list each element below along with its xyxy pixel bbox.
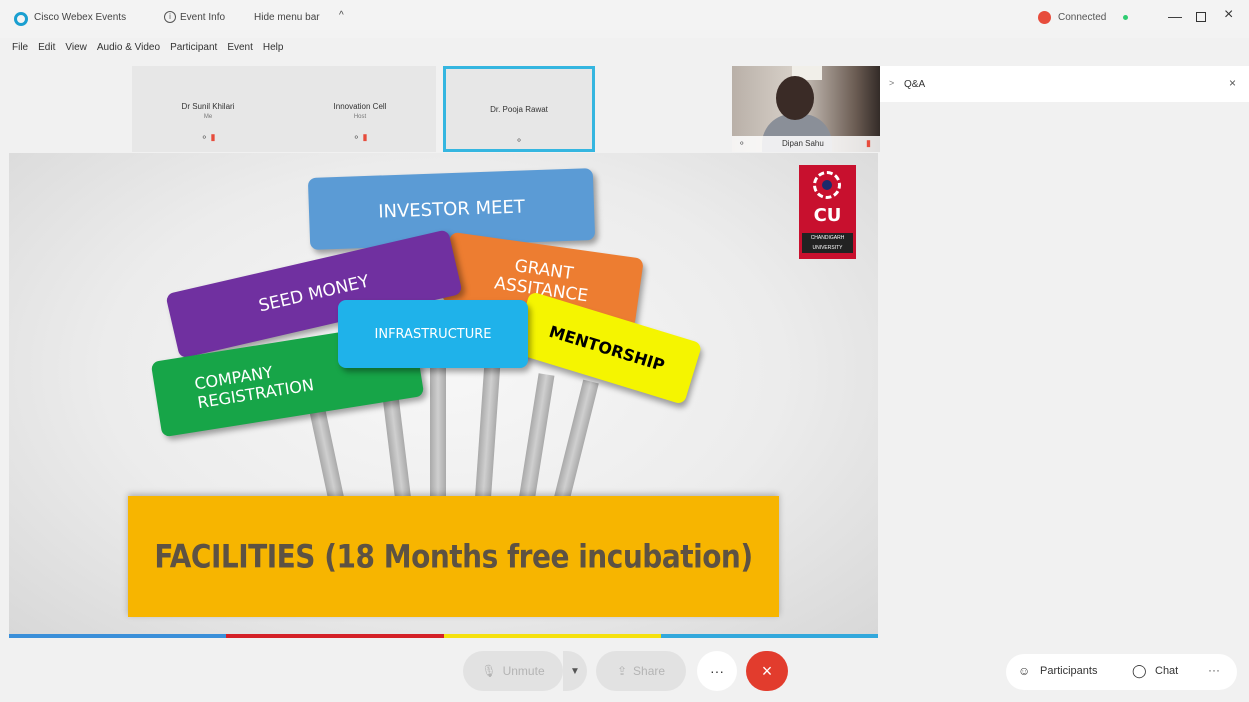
- sign-pole: [519, 373, 555, 500]
- slide-color-bar: [9, 634, 878, 638]
- qa-header: > Q&A ×: [880, 66, 1249, 102]
- university-logo: CU CHANDIGARH UNIVERSITY: [799, 165, 856, 259]
- facilities-banner: FACILITIES (18 Months free incubation): [128, 496, 779, 617]
- sign-pole: [430, 358, 446, 498]
- logo-letters: CU: [813, 205, 842, 226]
- audio-icon: ⚬: [200, 132, 209, 142]
- unmute-button[interactable]: 🎙 Unmute: [463, 651, 563, 691]
- microphone-icon: 🎙: [481, 664, 497, 678]
- participant-tile[interactable]: Innovation Cell Host ⚬ ▮: [284, 66, 436, 152]
- panel-toggle-bar: ☺ Participants ◯ Chat ···: [1006, 654, 1237, 690]
- hide-menu-bar-button[interactable]: Hide menu bar: [254, 12, 320, 23]
- connection-indicator-icon: [1123, 15, 1128, 20]
- participant-name: Dipan Sahu: [782, 139, 824, 148]
- muted-mic-icon: ▮: [866, 138, 871, 148]
- chevron-down-icon: ▼: [570, 665, 580, 677]
- logo-subtitle: CHANDIGARH UNIVERSITY: [802, 233, 853, 253]
- minimize-button[interactable]: —: [1168, 8, 1182, 24]
- menu-edit[interactable]: Edit: [38, 42, 55, 58]
- participant-tile-active-speaker[interactable]: Dr. Pooja Rawat ⚬: [443, 66, 595, 152]
- leave-meeting-button[interactable]: ×: [746, 651, 788, 691]
- audio-options-dropdown[interactable]: ▼: [563, 651, 587, 691]
- qa-title[interactable]: Q&A: [904, 79, 925, 90]
- menu-help[interactable]: Help: [263, 42, 284, 58]
- unmute-label: Unmute: [502, 664, 545, 678]
- chevron-right-icon[interactable]: >: [889, 78, 894, 88]
- maximize-button[interactable]: [1196, 12, 1206, 22]
- participant-name: Dr Sunil Khilari: [181, 102, 235, 111]
- close-panel-button[interactable]: ×: [1229, 76, 1236, 90]
- sign-infrastructure: INFRASTRUCTURE: [338, 300, 528, 368]
- title-bar: Cisco Webex Events i Event Info Hide men…: [0, 0, 1249, 38]
- event-info-button[interactable]: Event Info: [180, 12, 225, 23]
- info-icon[interactable]: i: [164, 11, 176, 23]
- audio-icon: ⚬: [738, 138, 746, 148]
- share-icon: ⇪: [616, 664, 628, 678]
- menu-audio-video[interactable]: Audio & Video: [97, 42, 160, 58]
- connection-status[interactable]: Connected: [1058, 12, 1106, 23]
- muted-mic-icon: ▮: [362, 132, 368, 142]
- muted-mic-icon: ▮: [210, 132, 216, 142]
- app-title: Cisco Webex Events: [34, 12, 127, 23]
- connection-status-icon: [1038, 11, 1051, 24]
- participant-role: Host: [353, 114, 367, 120]
- sign-pole: [554, 379, 599, 500]
- menu-participant[interactable]: Participant: [170, 42, 217, 58]
- participant-strip: Dr Sunil Khilari Me ⚬ ▮ Innovation Cell …: [132, 66, 887, 152]
- menu-event[interactable]: Event: [227, 42, 253, 58]
- webex-window: Cisco Webex Events i Event Info Hide men…: [0, 0, 1249, 702]
- menu-view[interactable]: View: [65, 42, 87, 58]
- menu-file[interactable]: File: [12, 42, 28, 58]
- participants-button[interactable]: Participants: [1040, 665, 1097, 677]
- chat-button[interactable]: Chat: [1155, 665, 1178, 677]
- shared-content-slide: INVESTOR MEET GRANT ASSITANCE SEED MONEY…: [9, 153, 878, 634]
- share-button[interactable]: ⇪ Share: [596, 651, 686, 691]
- more-panels-button[interactable]: ···: [1208, 663, 1220, 677]
- participants-icon[interactable]: ☺: [1018, 664, 1030, 678]
- participant-role: Me: [203, 114, 213, 120]
- audio-icon: ⚬: [352, 132, 361, 142]
- webex-logo-icon: [14, 12, 28, 26]
- participant-tile[interactable]: Dr Sunil Khilari Me ⚬ ▮: [132, 66, 284, 152]
- share-label: Share: [633, 664, 666, 678]
- participant-name: Dr. Pooja Rawat: [490, 105, 548, 114]
- banner-text: FACILITIES (18 Months free incubation): [154, 537, 753, 576]
- more-options-button[interactable]: ···: [697, 651, 737, 691]
- close-window-button[interactable]: ×: [1224, 6, 1233, 24]
- participant-video[interactable]: ⚬ Dipan Sahu ▮: [732, 66, 887, 152]
- chevron-up-icon[interactable]: ^: [339, 10, 344, 21]
- sign-pole: [475, 357, 501, 499]
- participant-name: Innovation Cell: [333, 102, 387, 111]
- speaking-icon: ⚬: [515, 135, 523, 145]
- qa-panel: > Q&A ×: [880, 66, 1249, 632]
- chat-icon[interactable]: ◯: [1132, 663, 1147, 679]
- menu-bar: File Edit View Audio & Video Participant…: [12, 42, 283, 58]
